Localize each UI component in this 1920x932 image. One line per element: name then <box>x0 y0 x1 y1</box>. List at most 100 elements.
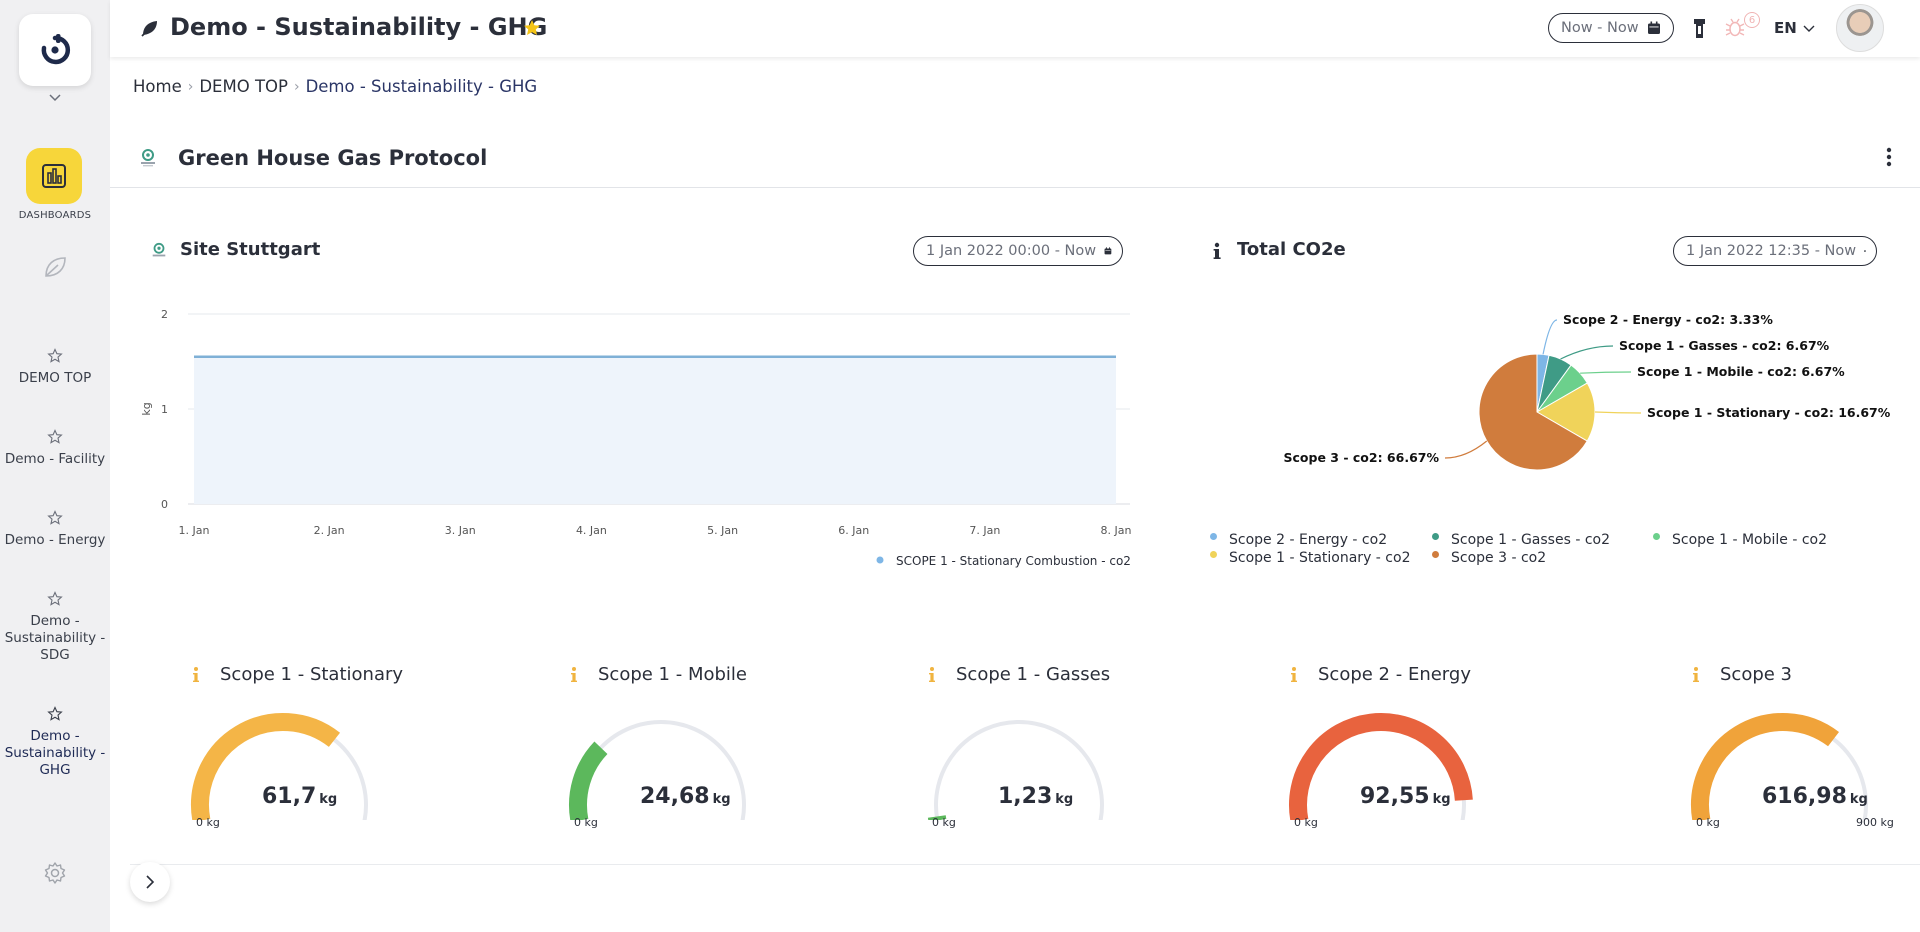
gauge-max-label: 900 kg <box>1856 816 1894 829</box>
gauge-title: Scope 2 - Energy <box>1318 664 1471 685</box>
gauge-title: Scope 3 <box>1720 664 1793 685</box>
legend-dot <box>1432 550 1439 558</box>
calendar-icon <box>1864 250 1866 252</box>
sidebar-item-demo-facility[interactable]: Demo - Facility <box>0 429 110 468</box>
gauge-3: Scope 1 - Gasses 1,23 kg 0 kg <box>926 660 1166 840</box>
info-icon[interactable] <box>1288 666 1300 684</box>
legend-dot <box>1210 532 1217 540</box>
gauge-min-label: 0 kg <box>1294 816 1318 829</box>
chevron-down-icon[interactable] <box>44 92 66 108</box>
expand-sidebar-button[interactable] <box>130 862 170 902</box>
x-tick-label: 8. Jan <box>1101 524 1132 537</box>
gauge-title: Scope 1 - Stationary <box>220 664 404 685</box>
bottom-divider <box>130 864 1920 865</box>
x-tick-label: 4. Jan <box>576 524 607 537</box>
date-range-text: 1 Jan 2022 00:00 - Now <box>926 243 1097 259</box>
more-options-icon[interactable] <box>1882 146 1896 168</box>
gauge-unit: kg <box>1432 792 1451 807</box>
total-co2e-date-picker[interactable]: 1 Jan 2022 12:35 - Now <box>1673 236 1877 266</box>
avatar[interactable] <box>1836 4 1884 52</box>
y-axis-label: kg <box>140 402 153 415</box>
bug-icon[interactable] <box>1724 16 1746 38</box>
star-icon[interactable] <box>47 510 63 526</box>
x-tick-label: 7. Jan <box>969 524 1000 537</box>
gauge-min-label: 0 kg <box>1696 816 1720 829</box>
gauge-value-number: 92,55 <box>1360 784 1430 809</box>
pie-connector <box>1542 319 1558 355</box>
x-tick-label: 1. Jan <box>179 524 210 537</box>
legend-label[interactable]: SCOPE 1 - Stationary Combustion - co2 <box>896 554 1131 568</box>
sidebar-item-demo-sustainability-ghg[interactable]: Demo - Sustainability - GHG <box>0 706 110 779</box>
date-range-picker[interactable]: Now - Now <box>1548 13 1674 43</box>
legend-item[interactable]: Scope 3 - co2 <box>1432 550 1546 566</box>
breadcrumb: Home › DEMO TOP › Demo - Sustainability … <box>133 77 537 96</box>
gear-icon[interactable] <box>42 860 68 886</box>
gauge-value-arc <box>569 741 608 820</box>
total-co2e-title: Total CO2e <box>1237 239 1346 260</box>
notification-badge: 6 <box>1744 12 1760 28</box>
pie-legend: Scope 2 - Energy - co2 Scope 1 - Gasses -… <box>1210 532 1890 572</box>
chevron-down-icon[interactable] <box>1802 21 1816 35</box>
calendar-icon <box>1647 21 1660 34</box>
breadcrumb-home[interactable]: Home <box>133 77 182 96</box>
sidebar-item-label: Demo - Energy <box>4 532 106 548</box>
calendar-icon <box>1104 247 1112 255</box>
star-icon[interactable] <box>47 706 63 722</box>
sidebar-item-demo-top[interactable]: DEMO TOP <box>0 348 110 387</box>
x-tick-label: 5. Jan <box>707 524 738 537</box>
gauge-value: 616,98 kg <box>1762 784 1868 809</box>
gauge-unit: kg <box>712 792 731 807</box>
sidebar: DASHBOARDS DEMO TOP Demo - Facility Demo… <box>0 0 110 932</box>
date-range-text: Now - Now <box>1561 20 1639 36</box>
gauge-value-number: 1,23 <box>998 784 1053 809</box>
dashboards-button[interactable] <box>26 148 82 204</box>
legend-item[interactable]: Scope 2 - Energy - co2 <box>1210 532 1387 548</box>
legend-item[interactable]: Scope 1 - Mobile - co2 <box>1653 532 1827 548</box>
gauge-min-label: 0 kg <box>574 816 598 829</box>
breadcrumb-separator-icon: › <box>187 78 194 95</box>
leaf-icon <box>141 21 157 37</box>
pie-data-label: Scope 1 - Stationary - co2: 16.67% <box>1647 405 1891 420</box>
info-icon[interactable] <box>190 666 202 684</box>
pie-data-label: Scope 3 - co2: 66.67% <box>1284 450 1440 465</box>
star-icon[interactable] <box>47 429 63 445</box>
info-icon[interactable] <box>568 666 580 684</box>
pie-connector <box>1594 411 1642 414</box>
logo-icon <box>41 34 71 65</box>
gauge-1: Scope 1 - Stationary 61,7 kg 0 kg <box>190 660 430 840</box>
legend-label: Scope 1 - Stationary - co2 <box>1229 550 1411 566</box>
sidebar-item-demo-energy[interactable]: Demo - Energy <box>0 510 110 549</box>
section-title: Green House Gas Protocol <box>178 146 488 170</box>
star-icon[interactable] <box>47 591 63 607</box>
sidebar-item-label: Demo - Sustainability - GHG <box>4 728 106 778</box>
site-stuttgart-date-picker[interactable]: 1 Jan 2022 00:00 - Now <box>913 236 1123 266</box>
sidebar-item-label: DEMO TOP <box>18 370 92 386</box>
breadcrumb-demo-top[interactable]: DEMO TOP <box>199 77 288 96</box>
info-icon[interactable] <box>926 666 938 684</box>
pie-connector <box>1580 371 1632 374</box>
sidebar-item-demo-sustainability-sdg[interactable]: Demo - Sustainability - SDG <box>0 591 110 664</box>
legend-dot <box>1210 550 1217 558</box>
favorite-star-icon[interactable] <box>522 18 542 38</box>
legend-item[interactable]: Scope 1 - Stationary - co2 <box>1210 550 1410 566</box>
gauge-min-label: 0 kg <box>932 816 956 829</box>
pie-data-label: Scope 1 - Gasses - co2: 6.67% <box>1619 338 1830 353</box>
date-range-text: 1 Jan 2022 12:35 - Now <box>1686 243 1857 259</box>
hand-pointer-icon[interactable] <box>1688 16 1710 40</box>
language-selector[interactable]: EN <box>1774 19 1797 37</box>
star-icon[interactable] <box>47 348 63 364</box>
y-tick-label: 0 <box>161 498 168 511</box>
legend-dot <box>1432 532 1439 540</box>
gauge-title: Scope 1 - Gasses <box>956 664 1111 685</box>
app-logo[interactable] <box>19 14 91 86</box>
legend-dot <box>876 556 884 564</box>
gauge-value: 92,55 kg <box>1360 784 1451 809</box>
info-icon[interactable] <box>1690 666 1702 684</box>
leaf-icon[interactable] <box>40 252 70 282</box>
site-icon <box>152 242 166 257</box>
legend-item[interactable]: Scope 1 - Gasses - co2 <box>1432 532 1610 548</box>
y-tick-label: 1 <box>161 403 168 416</box>
dashboards-label: DASHBOARDS <box>18 210 92 221</box>
info-icon[interactable] <box>1208 242 1226 260</box>
breadcrumb-separator-icon: › <box>293 78 300 95</box>
